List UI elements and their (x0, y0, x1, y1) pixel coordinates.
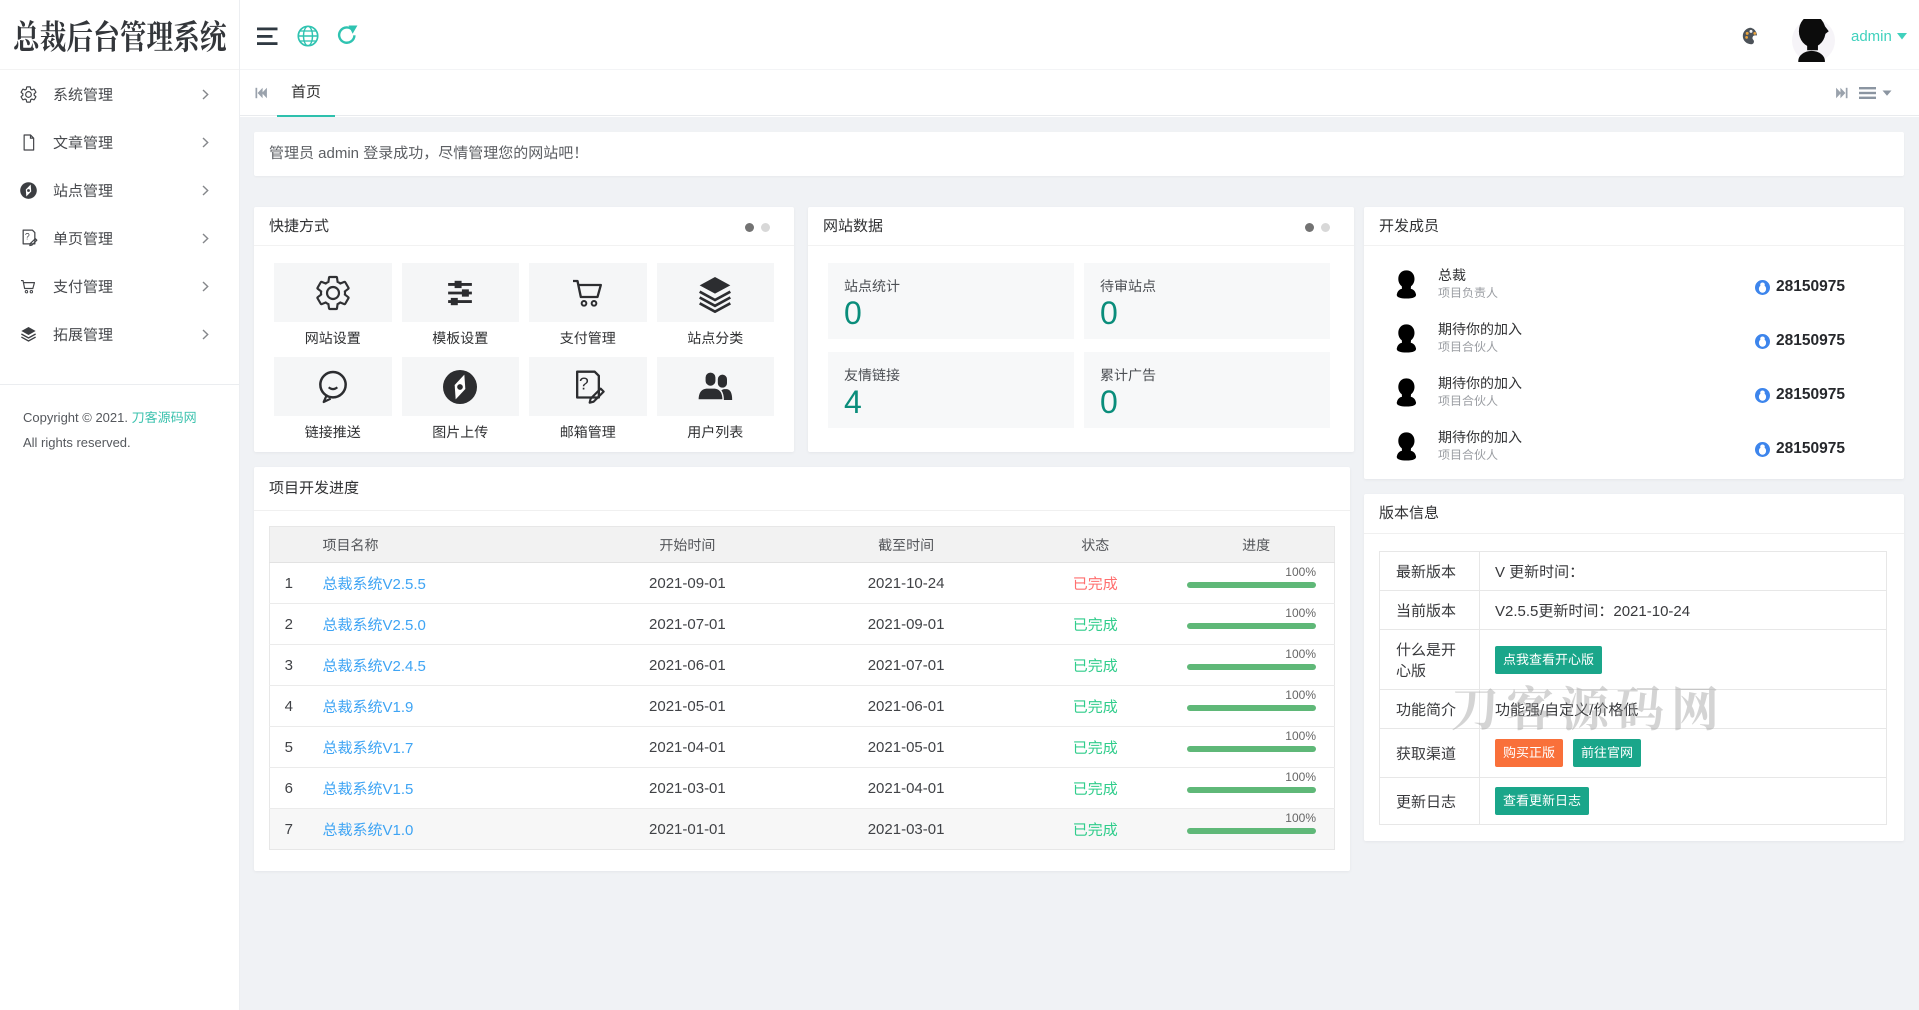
svg-text:?: ? (25, 231, 30, 241)
svg-text:?: ? (579, 373, 589, 393)
